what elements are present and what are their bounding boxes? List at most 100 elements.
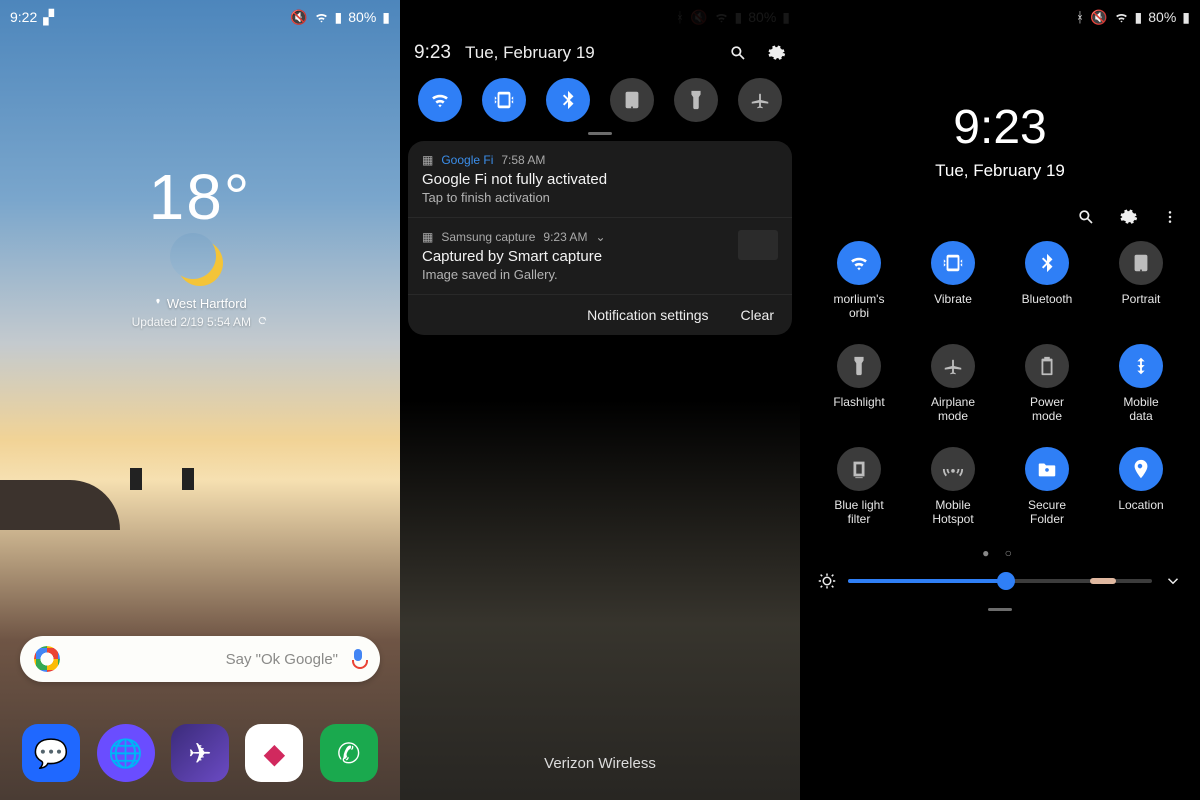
notif-title: Google Fi not fully activated <box>422 171 778 188</box>
notif-time: 9:23 AM <box>543 230 587 244</box>
search-icon[interactable] <box>1076 207 1096 227</box>
quick-toggles-row <box>400 76 800 126</box>
mute-icon: 🔇 <box>1090 9 1107 26</box>
qs-label: Mobile data <box>1123 395 1158 423</box>
search-placeholder: Say "Ok Google" <box>60 651 350 668</box>
battery-icon <box>1025 344 1069 388</box>
qs-tile-location[interactable]: Location <box>1094 447 1188 526</box>
toggle-wifi[interactable] <box>418 78 462 122</box>
notif-app-name: Samsung capture <box>441 230 535 244</box>
toggle-airplane[interactable] <box>738 78 782 122</box>
quick-settings-panel: ᚼ 🔇 ▮ 80% ▮ 9:23 Tue, February 19 morliu… <box>800 0 1200 800</box>
qs-label: Mobile Hotspot <box>932 498 973 526</box>
panel-handle[interactable] <box>988 608 1012 611</box>
wifi-icon <box>314 10 329 25</box>
brightness-slider[interactable] <box>848 579 1152 583</box>
qs-tile-rotation[interactable]: Portrait <box>1094 241 1188 320</box>
weather-updated: Updated 2/19 5:54 AM <box>0 315 400 329</box>
notif-app-icon: ▦ <box>422 230 433 244</box>
app-launcher[interactable]: ✈ <box>171 724 229 782</box>
shade-header: 9:23 Tue, February 19 <box>400 30 800 76</box>
notif-thumbnail <box>738 230 778 260</box>
toggle-flashlight[interactable] <box>674 78 718 122</box>
shade-handle[interactable] <box>588 132 612 135</box>
qs-tile-battery[interactable]: Power mode <box>1000 344 1094 423</box>
qs-tile-vibrate[interactable]: Vibrate <box>906 241 1000 320</box>
notification-settings-button[interactable]: Notification settings <box>587 307 708 323</box>
qs-label: Bluetooth <box>1022 292 1073 320</box>
qs-tile-hotspot[interactable]: Mobile Hotspot <box>906 447 1000 526</box>
notif-body: Image saved in Gallery. <box>422 267 778 282</box>
qs-label: Secure Folder <box>1028 498 1066 526</box>
notification[interactable]: ▦ Samsung capture 9:23 AM ⌄ Captured by … <box>408 218 792 295</box>
chevron-down-icon[interactable]: ⌄ <box>595 230 605 244</box>
brightness-icon <box>818 572 836 590</box>
qs-label: Portrait <box>1122 292 1161 320</box>
bluetooth-icon: ᚼ <box>1076 9 1084 25</box>
wifi-icon <box>837 241 881 285</box>
notif-time: 7:58 AM <box>501 153 545 167</box>
toggle-bluetooth[interactable] <box>546 78 590 122</box>
expand-icon[interactable] <box>1164 572 1182 590</box>
toggle-rotation[interactable] <box>610 78 654 122</box>
notif-app-name: Google Fi <box>441 153 493 167</box>
qs-label: Flashlight <box>833 395 884 423</box>
app-dock: 💬 🌐 ✈ ◆ ✆ <box>0 724 400 782</box>
qs-label: Airplane mode <box>931 395 975 423</box>
page-indicator[interactable]: ● ○ <box>800 546 1200 560</box>
shade-time: 9:23 <box>414 42 451 64</box>
qs-label: morlium's orbi <box>834 292 885 320</box>
lock-date: Tue, February 19 <box>800 161 1200 181</box>
wallpaper-figures <box>0 450 400 490</box>
battery-pct: 80% <box>1148 9 1176 25</box>
battery-icon: ▮ <box>382 9 390 26</box>
status-time: 9:22 <box>10 9 37 25</box>
qs-tile-folder[interactable]: Secure Folder <box>1000 447 1094 526</box>
flashlight-icon <box>837 344 881 388</box>
wifi-icon <box>1114 10 1129 25</box>
temperature: 18° <box>0 160 400 234</box>
shade-date: Tue, February 19 <box>465 43 710 63</box>
fi-indicator-icon: ▞ <box>43 9 54 26</box>
settings-icon[interactable] <box>1118 207 1138 227</box>
app-messages[interactable]: 💬 <box>22 724 80 782</box>
qs-tile-airplane[interactable]: Airplane mode <box>906 344 1000 423</box>
app-phone[interactable]: ✆ <box>320 724 378 782</box>
qs-tile-wifi[interactable]: morlium's orbi <box>812 241 906 320</box>
qs-tile-bluelight[interactable]: Blue light filter <box>812 447 906 526</box>
more-icon[interactable] <box>1160 207 1180 227</box>
app-browser[interactable]: 🌐 <box>97 724 155 782</box>
bluelight-icon <box>837 447 881 491</box>
airplane-icon <box>931 344 975 388</box>
lock-time: 9:23 <box>800 100 1200 155</box>
brightness-row <box>800 560 1200 602</box>
battery-pct: 80% <box>348 9 376 25</box>
google-logo-icon <box>34 646 60 672</box>
toggle-vibrate[interactable] <box>482 78 526 122</box>
app-gallery[interactable]: ◆ <box>245 724 303 782</box>
data-icon <box>1119 344 1163 388</box>
search-icon[interactable] <box>728 43 748 63</box>
weather-location: West Hartford <box>0 296 400 311</box>
notif-app-icon: ▦ <box>422 153 433 167</box>
carrier-label: Verizon Wireless <box>400 755 800 772</box>
google-search-bar[interactable]: Say "Ok Google" <box>20 636 380 682</box>
qs-tile-data[interactable]: Mobile data <box>1094 344 1188 423</box>
signal-icon: ▮ <box>335 9 343 26</box>
hotspot-icon <box>931 447 975 491</box>
panel-header <box>800 181 1200 235</box>
settings-icon[interactable] <box>766 43 786 63</box>
weather-widget[interactable]: 18° West Hartford Updated 2/19 5:54 AM <box>0 160 400 329</box>
folder-icon <box>1025 447 1069 491</box>
qs-label: Vibrate <box>934 292 972 320</box>
clear-button[interactable]: Clear <box>741 307 774 323</box>
qs-tile-flashlight[interactable]: Flashlight <box>812 344 906 423</box>
voice-search-icon[interactable] <box>350 649 366 669</box>
vibrate-icon <box>931 241 975 285</box>
notification-group: ▦ Google Fi 7:58 AM Google Fi not fully … <box>408 141 792 335</box>
qs-tile-bluetooth[interactable]: Bluetooth <box>1000 241 1094 320</box>
notification-shade: ᚼ 🔇 ▮ 80% ▮ 9:23 Tue, February 19 ▦ Goog… <box>400 0 800 800</box>
qs-label: Location <box>1118 498 1163 526</box>
battery-icon: ▮ <box>1182 9 1190 26</box>
notification[interactable]: ▦ Google Fi 7:58 AM Google Fi not fully … <box>408 141 792 218</box>
